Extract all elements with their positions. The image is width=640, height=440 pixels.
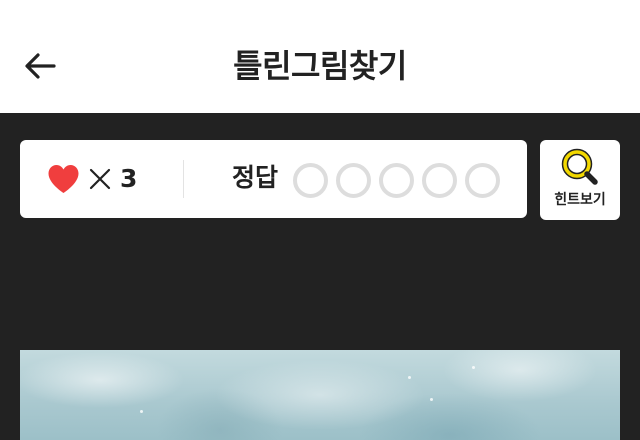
answer-circle-5 (465, 163, 500, 198)
magnifier-icon (561, 148, 598, 185)
page-title: 틀린그림찾기 (233, 47, 407, 85)
snow-particle (472, 366, 475, 369)
answer-circle-3 (379, 163, 414, 198)
answer-circle-4 (422, 163, 457, 198)
answer-circle-1 (293, 163, 328, 198)
snow-particle (140, 410, 143, 413)
answer-label: 정답 (232, 163, 279, 192)
snow-particle (408, 376, 411, 379)
hint-label: 힌트보기 (554, 192, 606, 208)
answer-circle-2 (336, 163, 371, 198)
times-icon (89, 168, 111, 190)
app-header: 틀린그림찾기 (0, 0, 640, 113)
snow-particle (430, 398, 433, 401)
status-panel: 3 정답 (20, 140, 527, 218)
puzzle-image[interactable] (20, 350, 620, 440)
hint-button[interactable]: 힌트보기 (540, 140, 620, 220)
lives-count: 3 (120, 164, 138, 193)
heart-icon (48, 165, 79, 193)
divider (183, 160, 184, 198)
